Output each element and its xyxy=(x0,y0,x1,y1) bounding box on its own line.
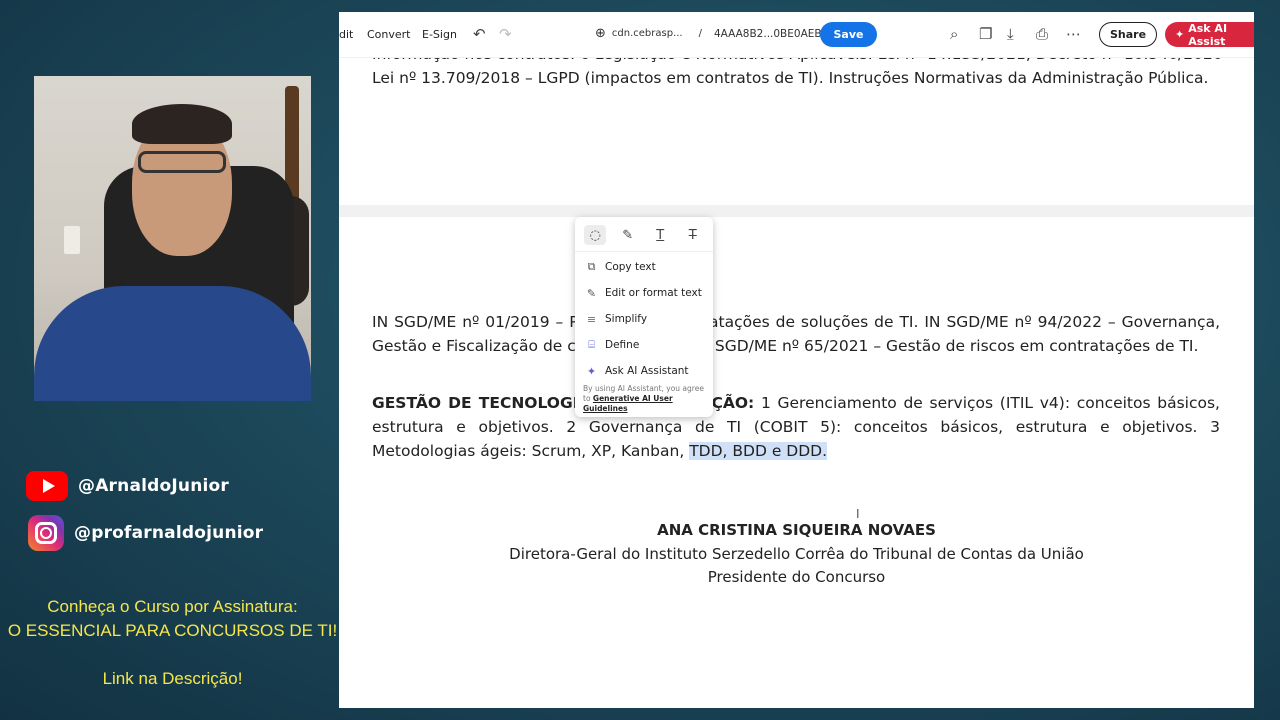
promo-line-2: O ESSENCIAL PARA CONCURSOS DE TI! xyxy=(7,621,338,640)
save-button[interactable]: Save xyxy=(820,22,877,47)
signature-title: Diretora-Geral do Instituto Serzedello C… xyxy=(509,545,1084,563)
share-button[interactable]: Share xyxy=(1099,22,1157,47)
webcam-feed xyxy=(34,76,311,401)
ask-ai-label: Ask AI Assist xyxy=(1188,21,1228,48)
simplify-icon: ≡ xyxy=(586,312,597,326)
presenter-hair xyxy=(132,104,232,144)
instagram-handle: @profarnaldojunior xyxy=(74,523,264,543)
text-selection-popup: ◌ ✎ T T ⧉ Copy text ✎ Edit or format tex… xyxy=(575,217,713,417)
convert-menu[interactable]: Convert xyxy=(367,28,411,41)
presenter-glasses xyxy=(138,151,226,173)
menu-label: Simplify xyxy=(605,313,648,325)
youtube-row: @ArnaldoJunior xyxy=(26,471,229,501)
undo-icon[interactable]: ↶ xyxy=(473,25,486,43)
popup-simplify[interactable]: ≡ Simplify xyxy=(575,306,713,332)
popup-copy-text[interactable]: ⧉ Copy text xyxy=(575,254,713,280)
presenter-torso xyxy=(34,286,311,401)
strikethrough-icon[interactable]: T xyxy=(682,225,704,245)
comment-icon[interactable]: ◌ xyxy=(584,225,607,245)
esign-menu[interactable]: E-Sign xyxy=(422,28,457,41)
redo-icon[interactable]: ↷ xyxy=(499,25,512,43)
document-location[interactable]: ⊕ cdn.cebrasp... / 4AAA8B2...0BE0AEBE ⌄ xyxy=(595,26,850,41)
url-text: cdn.cebrasp... xyxy=(611,28,683,39)
menu-label: Ask AI Assistant xyxy=(605,365,689,377)
edit-icon: ✎ xyxy=(586,286,597,300)
menu-label: Copy text xyxy=(605,261,656,273)
menu-label: Define xyxy=(605,339,640,351)
ask-ai-assistant-button[interactable]: ✦ Ask AI Assist xyxy=(1165,21,1254,48)
instagram-icon xyxy=(28,515,64,551)
selected-text[interactable]: TDD, BDD e DDD. xyxy=(689,442,828,460)
viewer-toolbar: dit Convert E-Sign ↶ ↷ ⊕ cdn.cebrasp... … xyxy=(339,12,1254,58)
youtube-icon xyxy=(26,471,68,501)
popup-define[interactable]: ⌸ Define xyxy=(575,332,713,358)
pages-icon[interactable]: ❐ xyxy=(979,25,992,43)
promo-line-1: Conheça o Curso por Assinatura: xyxy=(47,597,298,616)
path-separator: / xyxy=(698,28,702,39)
ai-disclaimer: By using AI Assistant, you agree to Gene… xyxy=(575,384,713,414)
popup-ask-ai-assistant[interactable]: ✦ Ask AI Assistant xyxy=(575,358,713,384)
menu-label: Edit or format text xyxy=(605,287,702,299)
ai-assistant-icon: ✦ xyxy=(1175,28,1185,41)
text-cursor-icon: I xyxy=(856,507,860,521)
paragraph-gestao-ti: GESTÃO DE TECNOLOGIA DA INFORMAÇÃO: 1 Ge… xyxy=(372,391,1220,463)
globe-icon: ⊕ xyxy=(595,26,606,41)
promo-link-note: Link na Descrição! xyxy=(102,669,243,688)
page-separator xyxy=(339,205,1254,217)
search-icon[interactable]: ⌕ xyxy=(950,25,958,43)
paragraph-in-sgd: IN SGD/ME nº 01/2019 – Processo de contr… xyxy=(372,313,1220,355)
pdf-viewer: dit Convert E-Sign ↶ ↷ ⊕ cdn.cebrasp... … xyxy=(339,12,1254,708)
popup-edit-format-text[interactable]: ✎ Edit or format text xyxy=(575,280,713,306)
ai-icon: ✦ xyxy=(586,364,597,378)
youtube-handle: @ArnaldoJunior xyxy=(78,476,230,496)
document-name: 4AAA8B2...0BE0AEBE xyxy=(713,27,829,40)
underline-icon[interactable]: T xyxy=(649,225,671,245)
download-icon[interactable]: ⤓ xyxy=(1007,25,1014,43)
wall-switch xyxy=(64,226,80,254)
ai-guidelines-link[interactable]: Generative AI User Guidelines xyxy=(583,394,673,413)
edit-menu[interactable]: dit xyxy=(339,28,353,41)
print-icon[interactable]: ⎙ xyxy=(1036,25,1048,43)
highlight-pen-icon[interactable]: ✎ xyxy=(617,225,639,245)
popup-tool-row: ◌ ✎ T T xyxy=(575,217,713,252)
page-text-line: Lei nº 13.709/2018 – LGPD (impactos em c… xyxy=(372,69,1209,87)
more-icon[interactable]: ⋯ xyxy=(1066,25,1081,43)
define-icon: ⌸ xyxy=(588,338,595,351)
instagram-row: @profarnaldojunior xyxy=(28,515,263,551)
signature-role: Presidente do Concurso xyxy=(707,568,886,586)
signature-name: ANA CRISTINA SIQUEIRA NOVAES xyxy=(657,521,936,539)
copy-icon: ⧉ xyxy=(587,260,596,273)
